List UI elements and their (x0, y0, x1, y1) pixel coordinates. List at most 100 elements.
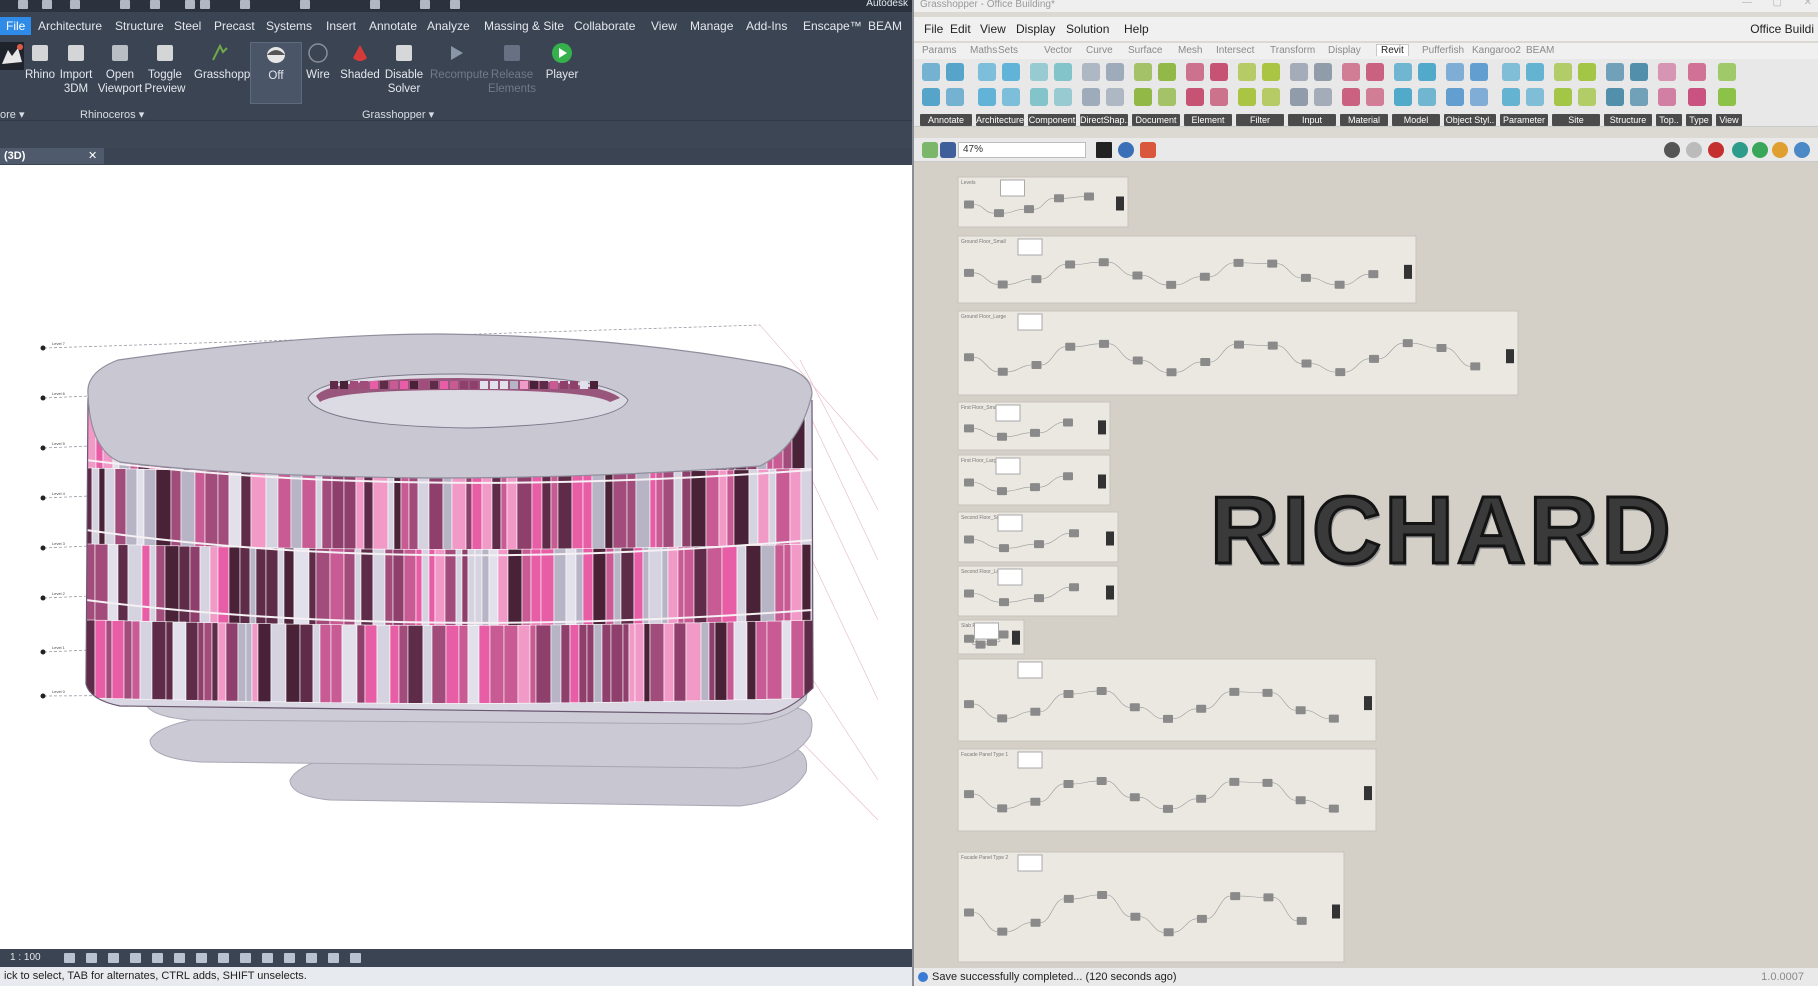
gh-component-icon[interactable] (1030, 88, 1048, 106)
sketch-icon[interactable] (1140, 142, 1156, 158)
gh-tab-vector[interactable]: Vector (1044, 45, 1072, 56)
gh-component-icon[interactable] (1554, 88, 1572, 106)
gh-tab-curve[interactable]: Curve (1086, 45, 1113, 56)
zoom-field[interactable]: 47% (958, 142, 1086, 158)
ribbon-tab-add-ins[interactable]: Add-Ins (746, 19, 787, 33)
ribbon-tab-beam[interactable]: BEAM (868, 19, 902, 33)
gh-menu-solution[interactable]: Solution (1066, 22, 1109, 36)
gh-component-icon[interactable] (1658, 63, 1676, 81)
visual-style-icon[interactable] (86, 953, 97, 963)
gh-component-icon[interactable] (1186, 88, 1204, 106)
save-file-icon[interactable] (940, 142, 956, 158)
ribbon-tab-manage[interactable]: Manage (690, 19, 733, 33)
reveal-constraints-icon[interactable] (328, 953, 339, 963)
gh-component-icon[interactable] (1526, 63, 1544, 81)
undo-icon[interactable] (120, 0, 130, 9)
gh-component-icon[interactable] (946, 63, 964, 81)
disable-solver-button[interactable]: Disable Solver (378, 42, 430, 96)
sync-icon[interactable] (42, 0, 52, 9)
gh-section-element[interactable]: Element (1184, 114, 1232, 126)
gh-component-icon[interactable] (1418, 88, 1436, 106)
gh-component-icon[interactable] (1314, 88, 1332, 106)
sun-path-icon[interactable] (108, 953, 119, 963)
gh-component-icon[interactable] (1210, 63, 1228, 81)
gh-component-icon[interactable] (1418, 63, 1436, 81)
gh-component-icon[interactable] (946, 88, 964, 106)
gh-component-icon[interactable] (1342, 88, 1360, 106)
ribbon-tab-architecture[interactable]: Architecture (38, 19, 102, 33)
gh-component-icon[interactable] (1630, 63, 1648, 81)
gh-component-icon[interactable] (1606, 88, 1624, 106)
globe-icon[interactable] (1794, 142, 1810, 158)
gh-menu-display[interactable]: Display (1016, 22, 1055, 36)
gh-component-icon[interactable] (1630, 88, 1648, 106)
open-icon[interactable] (70, 0, 80, 9)
gh-tab-mesh[interactable]: Mesh (1178, 45, 1202, 56)
worksharing-icon[interactable] (306, 953, 317, 963)
ribbon-tab-precast[interactable]: Precast (214, 19, 255, 33)
gh-component-icon[interactable] (1158, 88, 1176, 106)
gh-section-document[interactable]: Document (1132, 114, 1180, 126)
gh-tab-pufferfish[interactable]: Pufferfish (1422, 45, 1464, 56)
gh-component-icon[interactable] (1578, 63, 1596, 81)
gh-component-icon[interactable] (1002, 63, 1020, 81)
view-scale[interactable]: 1 : 100 (10, 952, 41, 963)
ribbon-tab-massing-site[interactable]: Massing & Site (484, 19, 564, 33)
gh-component-icon[interactable] (1606, 63, 1624, 81)
gh-component-icon[interactable] (1054, 88, 1072, 106)
gh-component-icon[interactable] (978, 63, 996, 81)
open-file-icon[interactable] (922, 142, 938, 158)
gh-section-model[interactable]: Model (1392, 114, 1440, 126)
gh-component-icon[interactable] (1554, 63, 1572, 81)
section-icon[interactable] (420, 0, 430, 9)
gh-section-view[interactable]: View (1716, 114, 1742, 126)
gh-menu-help[interactable]: Help (1124, 22, 1149, 36)
selected-only-icon[interactable] (1732, 142, 1748, 158)
preview-eye-icon[interactable] (1118, 142, 1134, 158)
toggle-preview-button[interactable]: Toggle Preview (139, 42, 191, 96)
view-tab-3d[interactable]: (3D) ✕ (0, 148, 104, 164)
gh-section-type[interactable]: Type (1686, 114, 1712, 126)
gh-section-directshap[interactable]: DirectShap.. (1080, 114, 1128, 126)
show-crop-icon[interactable] (196, 953, 207, 963)
gh-component-icon[interactable] (1718, 88, 1736, 106)
close-window-icon[interactable]: ✕ (1804, 0, 1812, 8)
gh-tab-transform[interactable]: Transform (1270, 45, 1315, 56)
crop-view-icon[interactable] (174, 953, 185, 963)
gh-component-icon[interactable] (1290, 63, 1308, 81)
gh-section-filter[interactable]: Filter (1236, 114, 1284, 126)
ribbon-tab-collaborate[interactable]: Collaborate (574, 19, 635, 33)
temporary-properties-icon[interactable] (284, 953, 295, 963)
gh-component-icon[interactable] (1578, 88, 1596, 106)
gh-component-icon[interactable] (1238, 88, 1256, 106)
maximize-icon[interactable]: ▢ (1773, 0, 1782, 8)
gh-section-site[interactable]: Site (1552, 114, 1600, 126)
gh-component-icon[interactable] (1106, 88, 1124, 106)
gh-tab-display[interactable]: Display (1328, 45, 1361, 56)
gh-component-icon[interactable] (1470, 88, 1488, 106)
gh-component-icon[interactable] (1210, 88, 1228, 106)
release-elements-button[interactable]: Release Elements (486, 42, 538, 96)
grasshopper-button[interactable]: Grasshopper (194, 42, 260, 82)
gh-component-icon[interactable] (1526, 88, 1544, 106)
gh-component-icon[interactable] (1688, 88, 1706, 106)
gh-component-icon[interactable] (1262, 63, 1280, 81)
save-icon[interactable] (18, 0, 28, 9)
mesh-quality-icon[interactable] (1752, 142, 1768, 158)
wire-display-icon[interactable] (1686, 142, 1702, 158)
gh-tab-beam[interactable]: BEAM (1526, 45, 1554, 56)
gh-component-icon[interactable] (922, 88, 940, 106)
gh-component-icon[interactable] (1502, 63, 1520, 81)
gh-component-icon[interactable] (1134, 63, 1152, 81)
gh-component-icon[interactable] (1082, 88, 1100, 106)
gh-section-input[interactable]: Input (1288, 114, 1336, 126)
reveal-hidden-icon[interactable] (262, 953, 273, 963)
gh-section-architecture[interactable]: Architecture (976, 114, 1024, 126)
ribbon-tab-steel[interactable]: Steel (174, 19, 201, 33)
gh-tab-maths[interactable]: Maths (970, 45, 997, 56)
gh-tab-sets[interactable]: Sets (998, 45, 1018, 56)
recompute-button[interactable]: Recompute (430, 42, 489, 82)
preview-mode-icon[interactable] (1664, 142, 1680, 158)
print-icon[interactable] (185, 0, 195, 9)
gh-menu-edit[interactable]: Edit (950, 22, 971, 36)
